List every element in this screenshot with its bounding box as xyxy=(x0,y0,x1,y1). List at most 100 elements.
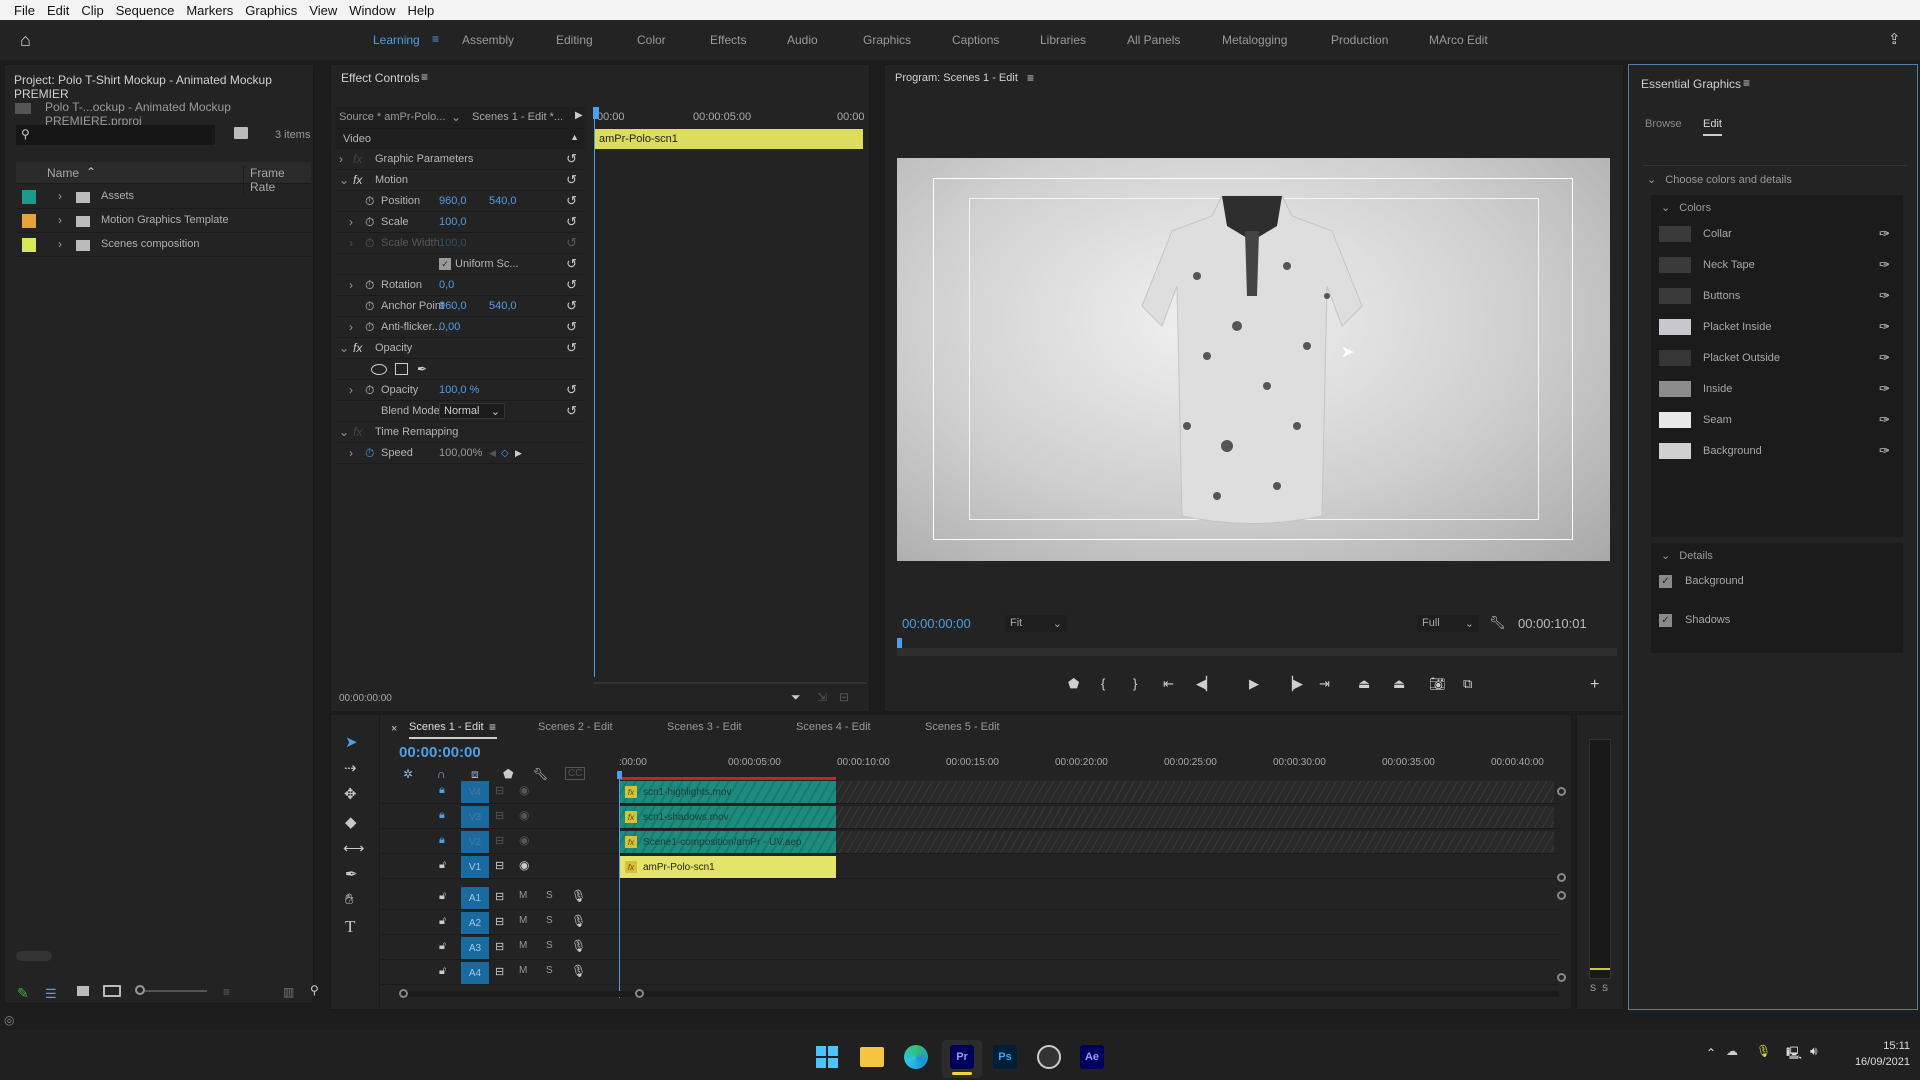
effect-row[interactable]: ⌄ fx Motion ↺ xyxy=(335,170,585,191)
workspace-learning[interactable]: Learning xyxy=(373,33,420,47)
reset-icon[interactable]: ↺ xyxy=(566,403,577,419)
sequence-label[interactable]: Scenes 1 - Edit *... xyxy=(472,111,563,123)
share-icon[interactable]: ⇪ xyxy=(1888,30,1901,48)
go-to-out-icon[interactable]: ⇥ xyxy=(1319,676,1330,692)
program-menu-icon[interactable]: ≡ xyxy=(1027,71,1034,85)
reset-icon[interactable]: ↺ xyxy=(566,382,577,398)
zoom-slider-handle[interactable] xyxy=(135,985,145,995)
chevron-right-icon[interactable]: › xyxy=(58,213,62,227)
color-swatch[interactable] xyxy=(1659,226,1691,242)
menu-help[interactable]: Help xyxy=(402,3,441,18)
resolution-select[interactable]: Full ⌄ xyxy=(1417,615,1479,632)
ec-ruler[interactable]: 00:00 00:00:05:00 00:00 xyxy=(593,107,867,129)
pen-mask-icon[interactable]: ✒ xyxy=(417,362,427,376)
file-explorer-icon[interactable] xyxy=(860,1047,884,1067)
timeline-clip[interactable]: fx scn1-shadows.mov xyxy=(619,806,836,828)
color-swatch[interactable] xyxy=(1659,288,1691,304)
solo-button[interactable]: S xyxy=(546,965,553,976)
automate-icon[interactable]: ▥ xyxy=(283,985,294,999)
video-preview[interactable]: ➤ xyxy=(897,158,1610,561)
effect-row[interactable]: › ⏱ Scale Width 100,0 ↺ xyxy=(335,233,585,254)
v-scroll-handle[interactable] xyxy=(1557,873,1566,882)
v-scroll-handle[interactable] xyxy=(1557,891,1566,900)
project-bin-icon[interactable] xyxy=(15,103,31,114)
program-playhead[interactable] xyxy=(897,638,902,648)
list-view-icon[interactable]: ☰ xyxy=(45,986,57,1002)
eyedropper-icon[interactable]: ✑ xyxy=(1879,319,1890,335)
add-keyframe-icon[interactable]: ◇ xyxy=(501,448,509,459)
eyedropper-icon[interactable]: ✑ xyxy=(1879,226,1890,242)
sequence-menu-icon[interactable]: ≡ xyxy=(489,720,496,734)
step-back-icon[interactable]: ◀▏ xyxy=(1196,676,1216,692)
property-value[interactable]: 0,0 xyxy=(439,279,454,291)
chevron-icon[interactable]: › xyxy=(339,152,343,166)
chevron-icon[interactable]: ⌄ xyxy=(339,425,349,439)
comparison-view-icon[interactable]: ⧉ xyxy=(1463,676,1472,692)
essential-graphics-title[interactable]: Essential Graphics xyxy=(1641,77,1741,91)
chevron-down-icon[interactable]: ⌄ xyxy=(451,110,461,124)
menu-markers[interactable]: Markers xyxy=(180,3,239,18)
property-value[interactable]: 100,0 xyxy=(439,237,467,249)
chevron-right-icon[interactable]: › xyxy=(58,189,62,203)
stopwatch-icon[interactable]: ⏱ xyxy=(365,194,374,209)
workspace-all-panels[interactable]: All Panels xyxy=(1127,33,1180,47)
type-tool-icon[interactable]: T xyxy=(345,917,355,937)
label-color-swatch[interactable] xyxy=(22,190,36,204)
pencil-icon[interactable]: ✎ xyxy=(17,985,29,1002)
clock-date[interactable]: 16/09/2021 xyxy=(1838,1056,1910,1068)
mark-out-icon[interactable]: } xyxy=(1133,676,1137,691)
timeline-clip[interactable]: fx amPr-Polo-scn1 xyxy=(619,856,836,878)
background-task-icon[interactable]: ◎ xyxy=(4,1013,14,1027)
sync-lock-icon[interactable]: ⊟ xyxy=(495,890,504,903)
timeline-h-scrollbar[interactable] xyxy=(399,989,1559,998)
workspace-libraries[interactable]: Libraries xyxy=(1040,33,1086,47)
menu-edit[interactable]: Edit xyxy=(41,3,75,18)
checkbox[interactable]: ✓ xyxy=(439,258,451,270)
fx-icon[interactable]: fx xyxy=(353,341,362,355)
zoom-slider[interactable] xyxy=(145,990,207,992)
solo-button[interactable]: S xyxy=(546,940,553,951)
close-tab-icon[interactable]: × xyxy=(391,723,397,735)
menu-window[interactable]: Window xyxy=(343,3,401,18)
after-effects-icon[interactable]: Ae xyxy=(1080,1045,1104,1069)
timeline-timecode[interactable]: 00:00:00:00 xyxy=(399,744,481,761)
lift-icon[interactable]: ⏏ xyxy=(1358,676,1370,692)
property-value[interactable]: 0,00 xyxy=(439,321,460,333)
mute-button[interactable]: M xyxy=(519,940,527,951)
panel-menu-icon[interactable]: ≡ xyxy=(1743,76,1750,90)
onedrive-icon[interactable]: ☁ xyxy=(1726,1044,1738,1058)
effect-row[interactable]: ⏱ Anchor Point 960,0 540,0 ↺ xyxy=(335,296,585,317)
property-value[interactable]: 960,0 xyxy=(439,195,467,207)
property-value[interactable]: 100,00% xyxy=(439,447,482,459)
property-value-y[interactable]: 540,0 xyxy=(489,195,517,207)
track-target-a2[interactable]: A2 xyxy=(461,912,489,934)
obs-icon[interactable] xyxy=(1037,1045,1061,1069)
sync-lock-icon[interactable]: ⊟ xyxy=(495,859,504,872)
sync-lock-icon[interactable]: ⊟ xyxy=(495,965,504,978)
rectangle-mask-icon[interactable] xyxy=(395,363,408,375)
timeline-ruler[interactable]: :00:00 00:00:05:00 00:00:10:00 00:00:15:00 0… xyxy=(619,755,1559,777)
sync-lock-icon[interactable]: ⊟ xyxy=(495,940,504,953)
solo-button[interactable]: S xyxy=(546,890,553,901)
track-target-a3[interactable]: A3 xyxy=(461,937,489,959)
section-choose-colors[interactable]: ⌄ Choose colors and details xyxy=(1647,173,1792,186)
workspace-metalogging[interactable]: Metalogging xyxy=(1222,33,1287,47)
workspace-captions[interactable]: Captions xyxy=(952,33,999,47)
v-scroll-handle[interactable] xyxy=(1557,787,1566,796)
effect-row[interactable]: › ⏱ Opacity 100,0 % ↺ xyxy=(335,380,585,401)
play-only-clip-icon[interactable]: ▶ xyxy=(575,110,583,121)
next-keyframe-icon[interactable]: ▶ xyxy=(515,448,522,459)
network-icon[interactable]: 🖳 xyxy=(1786,1044,1802,1065)
edge-icon[interactable] xyxy=(904,1045,928,1069)
reset-icon[interactable]: ↺ xyxy=(566,235,577,251)
ec-scrollbar[interactable] xyxy=(593,682,867,684)
track-target-v3[interactable]: V3 xyxy=(461,806,489,828)
eyedropper-icon[interactable]: ✑ xyxy=(1879,257,1890,273)
nest-icon[interactable]: ✲ xyxy=(403,767,413,781)
workspace-effects[interactable]: Effects xyxy=(710,33,746,47)
eye-icon[interactable]: ◉ xyxy=(519,783,529,797)
workspace-marco-edit[interactable]: MArco Edit xyxy=(1429,33,1488,47)
chevron-right-icon[interactable]: › xyxy=(58,237,62,251)
project-item[interactable]: › Assets xyxy=(16,185,311,209)
workspace-editing[interactable]: Editing xyxy=(556,33,593,47)
